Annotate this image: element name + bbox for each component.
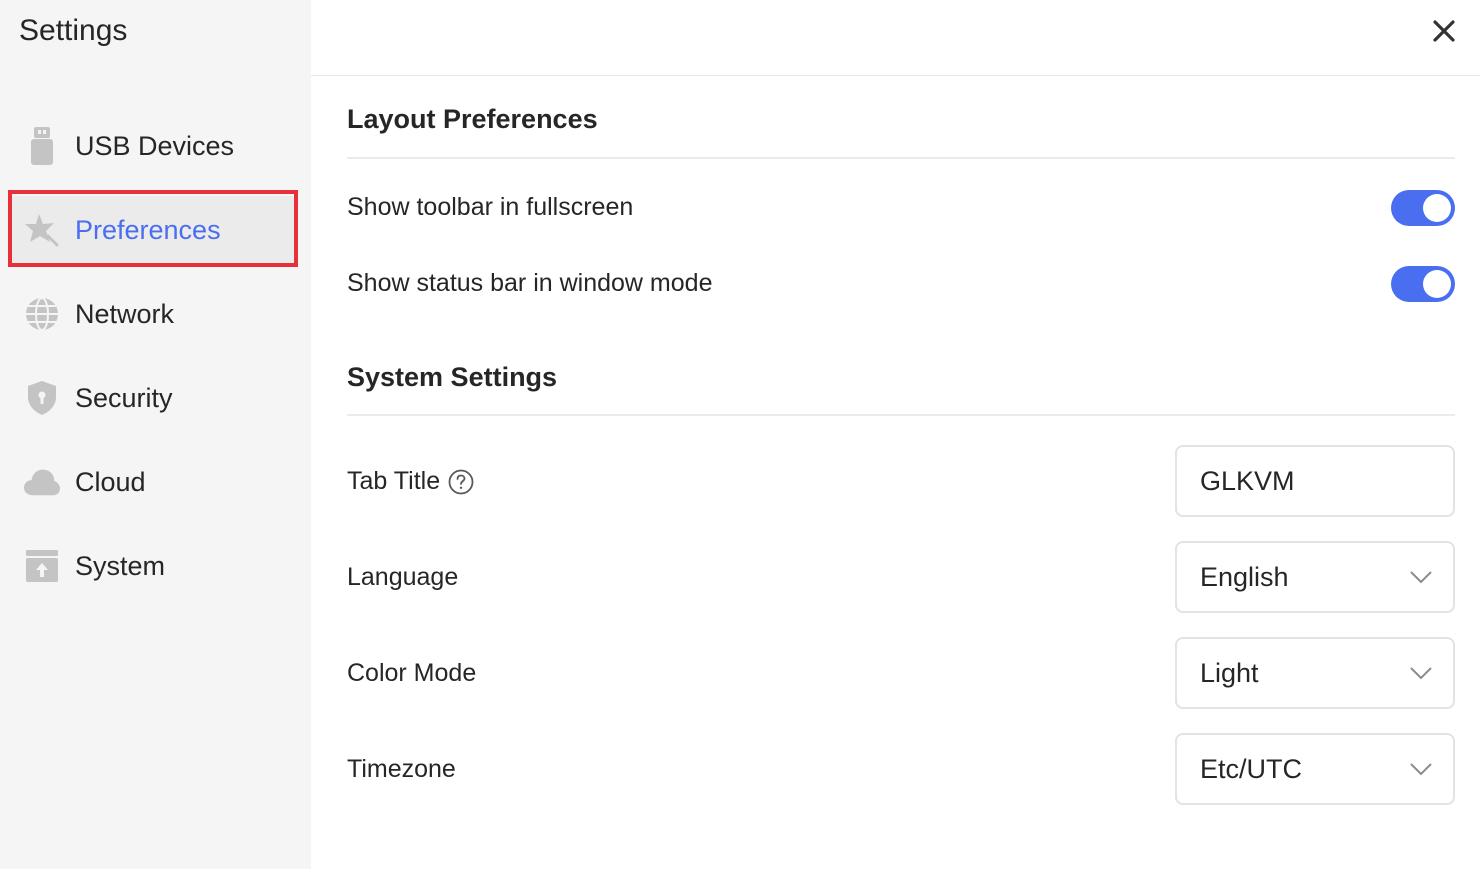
- chevron-down-icon: [1410, 763, 1432, 776]
- toggle-knob: [1423, 194, 1451, 222]
- show-status-bar-label: Show status bar in window mode: [347, 269, 713, 297]
- sidebar-item-cloud[interactable]: Cloud: [12, 448, 294, 516]
- section-divider: [347, 157, 1455, 159]
- cloud-icon: [24, 464, 60, 500]
- timezone-value: Etc/UTC: [1200, 753, 1303, 784]
- settings-sidebar: Settings USB Devices Preferences Network…: [0, 0, 311, 869]
- language-value: English: [1200, 561, 1289, 592]
- section-divider: [347, 414, 1455, 416]
- sidebar-item-network[interactable]: Network: [12, 280, 294, 348]
- tab-title-value: GLKVM: [1200, 465, 1295, 496]
- header-divider: [311, 75, 1480, 76]
- usb-drive-icon: [24, 127, 60, 165]
- star-wand-icon: [24, 212, 60, 248]
- color-mode-select[interactable]: Light: [1175, 637, 1455, 709]
- sidebar-item-label: Security: [75, 382, 173, 413]
- shield-icon: [24, 380, 60, 416]
- close-button[interactable]: [1427, 14, 1461, 48]
- sidebar-item-label: Cloud: [75, 466, 146, 497]
- show-status-bar-toggle[interactable]: [1391, 266, 1455, 302]
- tab-title-input[interactable]: GLKVM: [1175, 445, 1455, 517]
- language-select[interactable]: English: [1175, 541, 1455, 613]
- show-toolbar-label: Show toolbar in fullscreen: [347, 193, 634, 221]
- settings-content: Layout Preferences Show toolbar in fulls…: [311, 0, 1480, 869]
- sidebar-item-label: Network: [75, 298, 175, 329]
- color-mode-label: Color Mode: [347, 659, 477, 687]
- sidebar-item-preferences[interactable]: Preferences: [12, 196, 294, 264]
- sidebar-item-system[interactable]: System: [12, 532, 294, 600]
- timezone-select[interactable]: Etc/UTC: [1175, 733, 1455, 805]
- help-icon[interactable]: [448, 469, 474, 495]
- sidebar-item-label: System: [75, 550, 166, 581]
- sidebar-title: Settings: [19, 14, 128, 47]
- tab-title-label: Tab Title: [347, 467, 474, 496]
- chevron-down-icon: [1410, 571, 1432, 584]
- toggle-knob: [1423, 270, 1451, 298]
- upload-box-icon: [24, 548, 60, 584]
- chevron-down-icon: [1410, 667, 1432, 680]
- sidebar-item-label: USB Devices: [75, 130, 235, 161]
- system-settings-heading: System Settings: [347, 362, 558, 392]
- globe-icon: [24, 296, 60, 332]
- show-toolbar-toggle[interactable]: [1391, 190, 1455, 226]
- language-label: Language: [347, 563, 459, 591]
- layout-preferences-heading: Layout Preferences: [347, 104, 598, 134]
- sidebar-item-usb-devices[interactable]: USB Devices: [12, 112, 294, 180]
- sidebar-item-label: Preferences: [75, 214, 221, 245]
- sidebar-item-security[interactable]: Security: [12, 364, 294, 432]
- close-icon: [1433, 20, 1455, 42]
- tab-title-label-text: Tab Title: [347, 467, 441, 495]
- color-mode-value: Light: [1200, 657, 1259, 688]
- timezone-label: Timezone: [347, 755, 456, 783]
